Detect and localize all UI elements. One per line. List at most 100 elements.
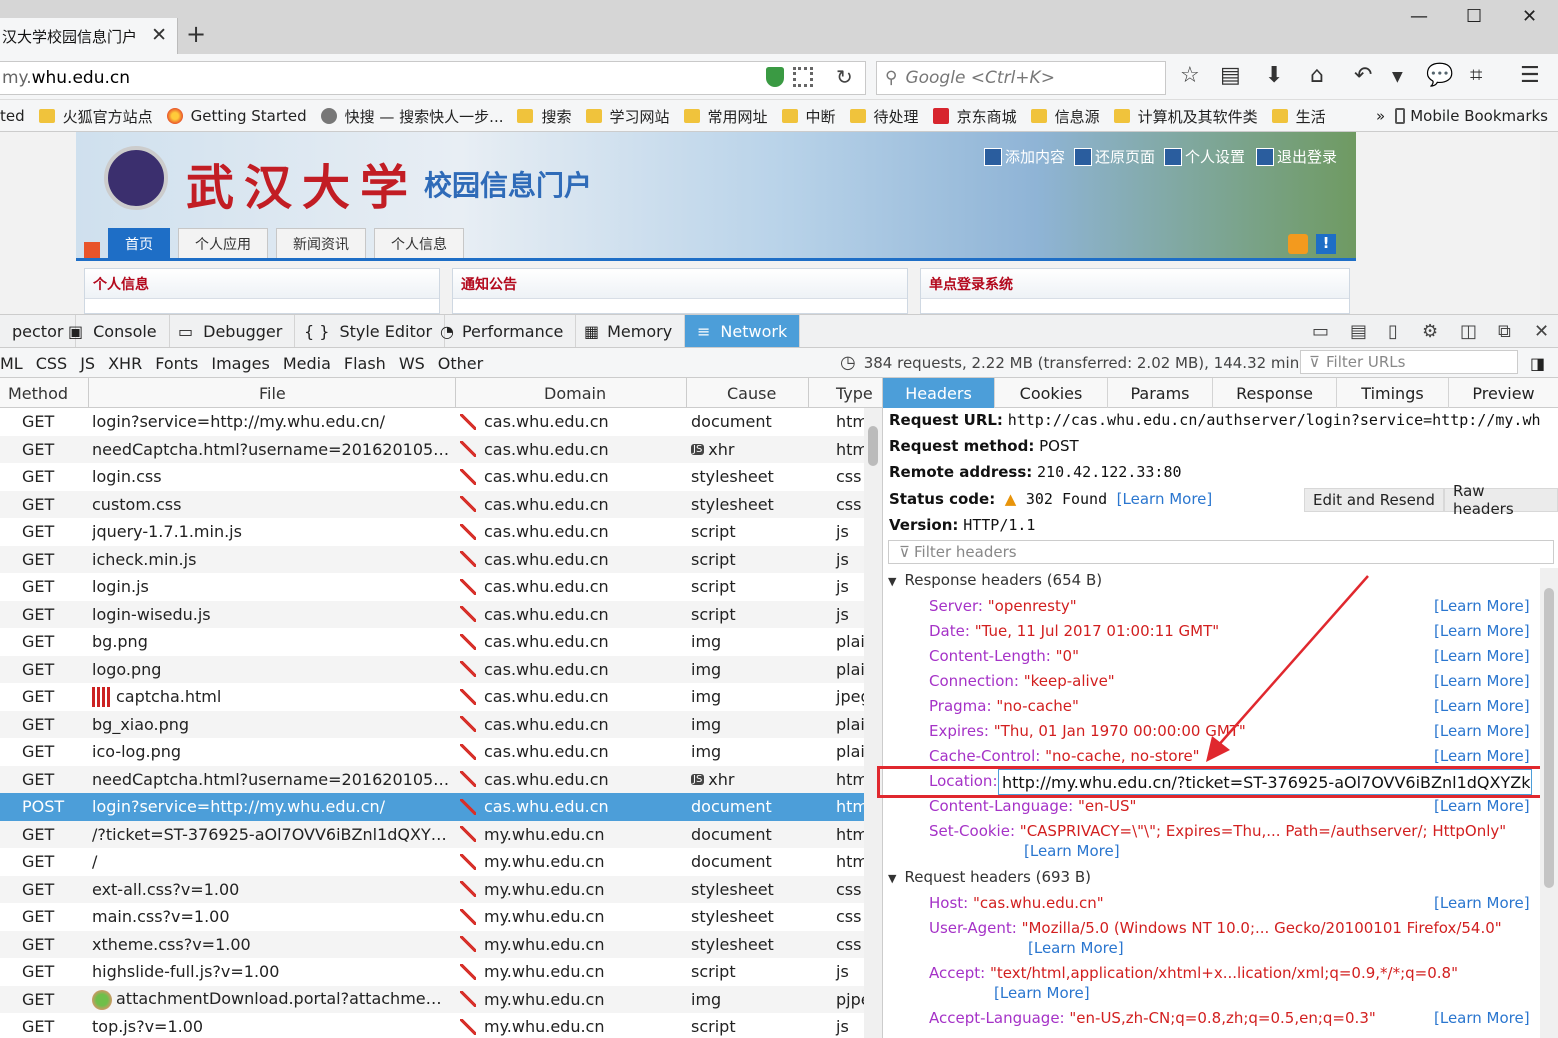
learn-more-link[interactable]: [Learn More] [1434, 797, 1530, 815]
dropdown-icon[interactable]: ▼ [1392, 69, 1403, 85]
settings-link[interactable]: 个人设置 [1164, 146, 1245, 167]
tab-personal-apps[interactable]: 个人应用 [178, 228, 268, 260]
header-value[interactable]: "no-cache" [996, 697, 1079, 715]
type-filter-other[interactable]: Other [438, 354, 483, 373]
request-url-value[interactable]: http://cas.whu.edu.cn/authserver/login?s… [1008, 411, 1541, 429]
bookmark-star-icon[interactable]: ☆ [1180, 63, 1200, 88]
layout-icon[interactable]: ▭ [1312, 321, 1329, 342]
tool-console[interactable]: ▣ Console [56, 315, 170, 347]
bookmark-item[interactable]: ted [0, 107, 25, 125]
bookmark-item[interactable]: Getting Started [166, 107, 307, 125]
headers-scrollbar[interactable] [1540, 568, 1558, 1038]
request-row[interactable]: GET needCaptcha.html?username=20162010501… [0, 765, 864, 793]
location-value-input[interactable]: http://my.whu.edu.cn/?ticket=ST-376925-a… [998, 769, 1532, 795]
status-learn-more-link[interactable]: [Learn More] [1117, 490, 1213, 508]
learn-more-link[interactable]: [Learn More] [1024, 842, 1120, 860]
page-scrollbar[interactable] [1540, 132, 1558, 314]
header-value[interactable]: "CASPRIVACY=\"\"; Expires=Thu,... Path=/… [1020, 822, 1506, 840]
bookmark-item[interactable]: 搜索 [517, 106, 572, 127]
chat-icon[interactable]: 💬 [1426, 63, 1453, 88]
bookmarks-overflow-icon[interactable]: » [1376, 107, 1385, 125]
mobile-bookmarks[interactable]: » Mobile Bookmarks [1376, 107, 1548, 125]
request-row[interactable]: GET login?service=http://my.whu.edu.cn/ca… [0, 408, 864, 436]
logout-link[interactable]: 退出登录 [1256, 146, 1337, 167]
request-row[interactable]: POST login?service=http://my.whu.edu.cn/c… [0, 793, 864, 821]
tab-home[interactable]: 首页 [108, 228, 170, 260]
filter-headers-input[interactable]: ⊽ Filter headers [888, 540, 1554, 564]
request-row[interactable]: GET icheck.min.js cas.whu.edu.cn script js [0, 545, 864, 573]
learn-more-link[interactable]: [Learn More] [1434, 747, 1530, 765]
tool-style-editor[interactable]: { } Style Editor [292, 315, 446, 347]
close-devtools-icon[interactable]: ✕ [1534, 321, 1549, 342]
request-row[interactable]: GET ico-log.png cas.whu.edu.cn img plai [0, 738, 864, 766]
header-value[interactable]: "en-US,zh-CN;q=0.8,zh;q=0.5,en;q=0.3" [1069, 1009, 1375, 1027]
request-row[interactable]: GET jquery-1.7.1.min.js cas.whu.edu.cn scri… [0, 518, 864, 546]
type-filter-flash[interactable]: Flash [344, 354, 386, 373]
url-bar[interactable]: my. whu.edu.cn [0, 61, 866, 95]
minimize-icon[interactable]: — [1410, 6, 1428, 27]
col-file[interactable]: File [259, 384, 286, 403]
request-list-scrollbar[interactable] [864, 408, 882, 1038]
bookmark-item[interactable]: 学习网站 [585, 106, 670, 127]
request-row[interactable]: GET / my.whu.edu.cn document htm [0, 848, 864, 876]
learn-more-link[interactable]: [Learn More] [1434, 894, 1530, 912]
request-row[interactable]: GET attachmentDownload.portal?attachmentI… [0, 985, 864, 1013]
tool-debugger[interactable]: ▭ Debugger [166, 315, 296, 347]
request-row[interactable]: GET captcha.html cas.whu.edu.cn img jpeg [0, 683, 864, 711]
bookmark-item[interactable]: 生活 [1271, 106, 1326, 127]
tab-personal-info[interactable]: 个人信息 [374, 228, 464, 260]
learn-more-link[interactable]: [Learn More] [1434, 597, 1530, 615]
browser-tab[interactable]: 汉大学校园信息门户 ✕ [0, 18, 178, 54]
learn-more-link[interactable]: [Learn More] [1434, 697, 1530, 715]
tool-performance[interactable]: ◔ Performance [428, 315, 577, 347]
edit-resend-button[interactable]: Edit and Resend [1304, 488, 1444, 512]
add-content-link[interactable]: 添加内容 [984, 146, 1065, 167]
scroll-thumb[interactable] [868, 426, 878, 466]
restore-page-link[interactable]: 还原页面 [1074, 146, 1155, 167]
new-tab-button[interactable]: + [186, 20, 206, 48]
request-row[interactable]: GET login.css cas.whu.edu.cn stylesheet css [0, 463, 864, 491]
bookmark-item[interactable]: 计算机及其软件类 [1113, 106, 1258, 127]
type-filter-js[interactable]: JS [80, 354, 95, 373]
request-headers-section[interactable]: ▼ Request headers (693 B) [888, 868, 1091, 886]
header-value[interactable]: "Tue, 11 Jul 2017 01:00:11 GMT" [975, 622, 1219, 640]
header-value[interactable]: "keep-alive" [1024, 672, 1115, 690]
type-filter-css[interactable]: CSS [36, 354, 67, 373]
responsive-icon[interactable]: ▯ [1388, 321, 1398, 342]
learn-more-link[interactable]: [Learn More] [1434, 622, 1530, 640]
bookmark-item[interactable]: 待处理 [849, 106, 919, 127]
header-value[interactable]: "en-US" [1078, 797, 1136, 815]
request-row[interactable]: GET needCaptcha.html?username=20162010501… [0, 435, 864, 463]
tab-response[interactable]: Response [1213, 378, 1337, 408]
bookmark-item[interactable]: 快搜 — 搜索快人一步... [320, 106, 503, 127]
col-domain[interactable]: Domain [544, 384, 606, 403]
raw-headers-button[interactable]: Raw headers [1444, 482, 1558, 518]
crop-icon[interactable]: ⌗ [1470, 63, 1482, 88]
sidebar-toggle-icon[interactable]: ◨ [1530, 354, 1545, 373]
col-cause[interactable]: Cause [727, 384, 776, 403]
col-method[interactable]: Method [8, 384, 68, 403]
request-row[interactable]: GET top.js?v=1.00 my.whu.edu.cn script js [0, 1013, 864, 1038]
menu-icon[interactable]: ☰ [1520, 63, 1540, 88]
rss-icon[interactable] [1288, 234, 1308, 254]
type-filter-fonts[interactable]: Fonts [155, 354, 198, 373]
home-icon[interactable]: ⌂ [1310, 63, 1324, 88]
tab-params[interactable]: Params [1108, 378, 1213, 408]
request-row[interactable]: GET ext-all.css?v=1.00 my.whu.edu.cn styles… [0, 875, 864, 903]
library-icon[interactable]: ▤ [1220, 63, 1241, 88]
type-filter-ml[interactable]: ML [0, 354, 23, 373]
close-window-icon[interactable]: ✕ [1522, 6, 1537, 27]
type-filter-xhr[interactable]: XHR [108, 354, 142, 373]
shield-icon[interactable] [766, 67, 784, 87]
request-row[interactable]: GET main.css?v=1.00 my.whu.edu.cn styleshee… [0, 903, 864, 931]
learn-more-link[interactable]: [Learn More] [994, 984, 1090, 1002]
tool-memory[interactable]: ▦ Memory [572, 315, 686, 347]
header-value[interactable]: "cas.whu.edu.cn" [973, 894, 1104, 912]
tab-headers[interactable]: Headers [883, 378, 995, 408]
request-row[interactable]: GET logo.png cas.whu.edu.cn img plai [0, 655, 864, 683]
close-tab-icon[interactable]: ✕ [151, 24, 167, 46]
bookmark-item[interactable]: 常用网址 [683, 106, 768, 127]
alert-icon[interactable]: ! [1316, 234, 1336, 254]
tab-news[interactable]: 新闻资讯 [276, 228, 366, 260]
undo-icon[interactable]: ↶ [1354, 63, 1372, 88]
